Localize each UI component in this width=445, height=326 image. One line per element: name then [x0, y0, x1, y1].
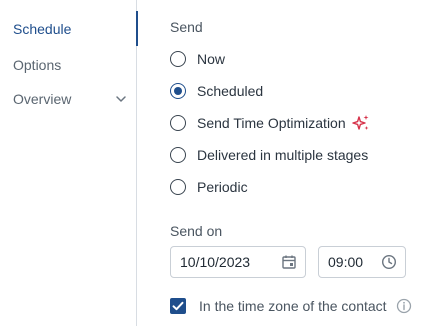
date-value: 10/10/2023: [180, 254, 251, 270]
radio-label-periodic: Periodic: [197, 179, 248, 195]
date-input[interactable]: 10/10/2023: [170, 246, 306, 278]
timezone-label: In the time zone of the contact: [199, 298, 387, 314]
radio-label-scheduled: Scheduled: [197, 83, 264, 99]
calendar-icon[interactable]: [281, 254, 297, 270]
radio-label-now: Now: [197, 51, 226, 67]
sidebar-divider: [136, 0, 137, 326]
chevron-down-icon[interactable]: [114, 92, 128, 106]
schedule-panel: Send Now Scheduled Send Time Optimizatio…: [170, 0, 445, 326]
send-on-label: Send on: [170, 223, 223, 239]
radio-scheduled[interactable]: [170, 83, 186, 99]
radio-option-multiple-stages[interactable]: Delivered in multiple stages: [170, 145, 368, 165]
timezone-option[interactable]: In the time zone of the contact: [170, 296, 412, 316]
radio-option-send-time-optimization[interactable]: Send Time Optimization: [170, 113, 370, 133]
radio-send-time-optimization[interactable]: [170, 115, 186, 131]
radio-periodic[interactable]: [170, 179, 186, 195]
radio-now[interactable]: [170, 51, 186, 67]
active-indicator: [136, 11, 138, 46]
time-input[interactable]: 09:00: [318, 246, 406, 278]
radio-multiple-stages[interactable]: [170, 147, 186, 163]
clock-icon[interactable]: [381, 254, 397, 270]
radio-option-scheduled[interactable]: Scheduled: [170, 81, 263, 101]
sidebar-item-schedule[interactable]: Schedule: [13, 20, 71, 38]
sidebar-item-overview[interactable]: Overview: [13, 90, 71, 108]
timezone-checkbox[interactable]: [170, 298, 186, 314]
send-label: Send: [170, 19, 203, 35]
time-value: 09:00: [328, 254, 364, 270]
radio-label-multiple-stages: Delivered in multiple stages: [197, 147, 369, 163]
radio-option-periodic[interactable]: Periodic: [170, 177, 248, 197]
checkmark-icon: [172, 301, 184, 311]
radio-option-now[interactable]: Now: [170, 49, 225, 69]
sidebar: Schedule Options Overview: [0, 0, 138, 326]
sidebar-item-options[interactable]: Options: [13, 56, 61, 74]
sparkle-icon: [351, 115, 369, 130]
radio-label-send-time-optimization: Send Time Optimization: [197, 115, 346, 131]
info-icon[interactable]: [396, 298, 412, 314]
